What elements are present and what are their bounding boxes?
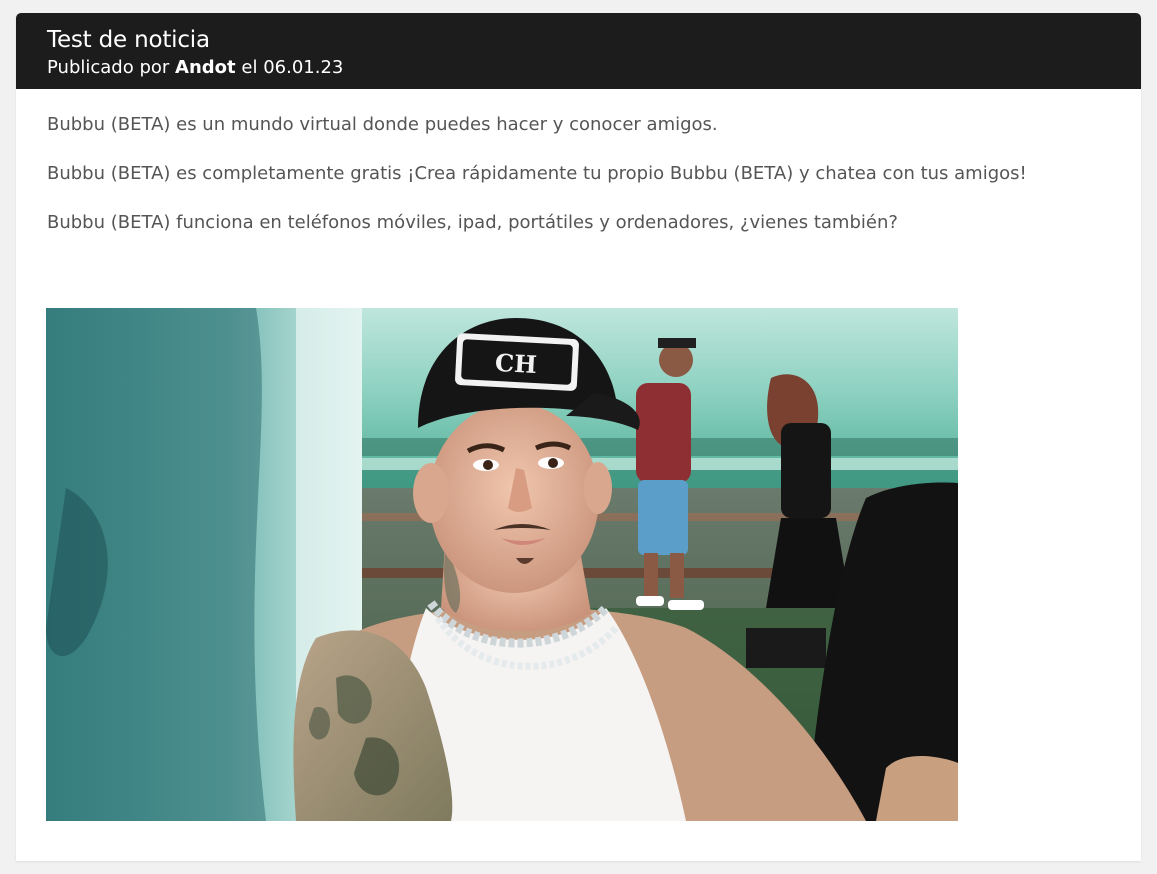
published-prefix: Publicado por xyxy=(47,57,170,78)
paragraph-1: Bubbu (BETA) es un mundo virtual donde p… xyxy=(47,114,718,135)
publish-date: 06.01.23 xyxy=(263,57,344,78)
news-header: Test de noticia Publicado por Andot el 0… xyxy=(16,13,1141,89)
news-body: Bubbu (BETA) es un mundo virtual donde p… xyxy=(47,113,1107,260)
author-name[interactable]: Andot xyxy=(175,57,236,78)
news-card: Test de noticia Publicado por Andot el 0… xyxy=(16,13,1141,861)
paragraph-3: Bubbu (BETA) funciona en teléfonos móvil… xyxy=(47,212,898,233)
news-title: Test de noticia xyxy=(47,27,210,53)
news-image: CH xyxy=(46,308,958,821)
news-meta: Publicado por Andot el 06.01.23 xyxy=(47,56,343,80)
news-photo-illustration: CH xyxy=(46,308,958,821)
cap-logo-text: CH xyxy=(494,348,537,379)
paragraph-2: Bubbu (BETA) es completamente gratis ¡Cr… xyxy=(47,163,1027,184)
date-prefix: el xyxy=(241,57,258,78)
